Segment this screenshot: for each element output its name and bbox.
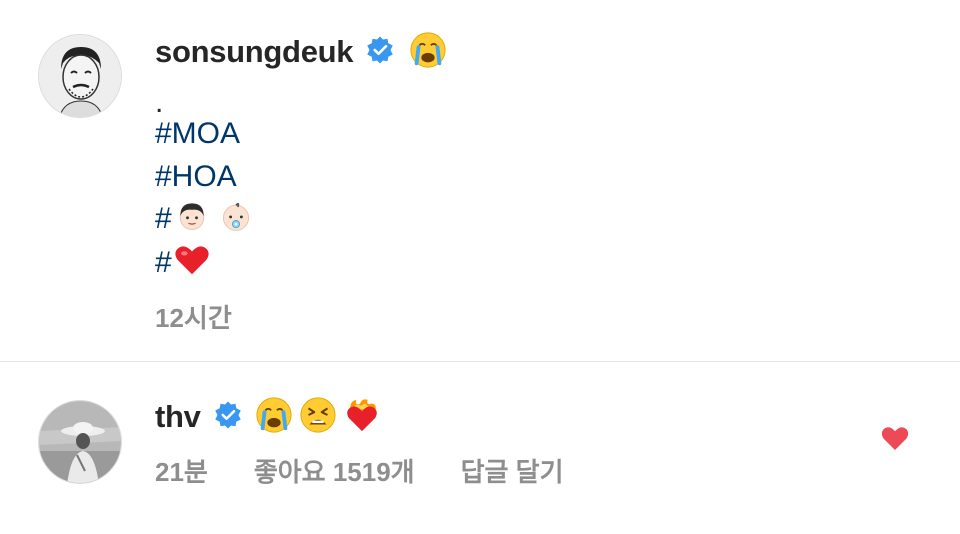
hashtag-heart-emoji[interactable]: # [155,241,211,284]
avatar-thv[interactable] [38,400,122,484]
crying-face-emoji-icon-2 [255,396,293,439]
tired-face-emoji-icon [299,396,337,439]
post-time: 12시간 [155,303,232,333]
post-username[interactable]: sonsungdeuk [155,34,354,70]
avatar-sonsungdeuk[interactable] [38,34,122,118]
hashtag-moa[interactable]: #MOA [155,117,240,151]
reply-button[interactable]: 답글 달기 [461,452,564,489]
comment-header: thv [155,396,381,438]
verified-badge-icon [365,35,395,70]
caption-dot: . [155,86,164,119]
baby-emoji-icon [218,198,254,239]
comment-meta-row: 21분 좋아요 1519개 답글 달기 [155,452,564,489]
hashtag-symbol: # [155,201,172,235]
hashtag-people-emoji[interactable]: # [155,198,254,239]
comment-like-count[interactable]: 좋아요 1519개 [254,452,415,489]
divider [0,361,960,362]
verified-badge-icon-2 [213,400,243,435]
post-header: sonsungdeuk [155,31,447,74]
crying-face-emoji-icon [409,31,447,74]
like-heart-icon[interactable] [880,424,910,457]
heart-on-fire-emoji-icon [343,396,381,439]
comment-time: 21분 [155,457,208,487]
red-heart-emoji-icon [173,241,211,284]
hashtag-symbol-2: # [155,245,172,279]
man-emoji-icon [174,198,210,239]
comment-username[interactable]: thv [155,399,201,435]
hashtag-hoa[interactable]: #HOA [155,160,237,194]
